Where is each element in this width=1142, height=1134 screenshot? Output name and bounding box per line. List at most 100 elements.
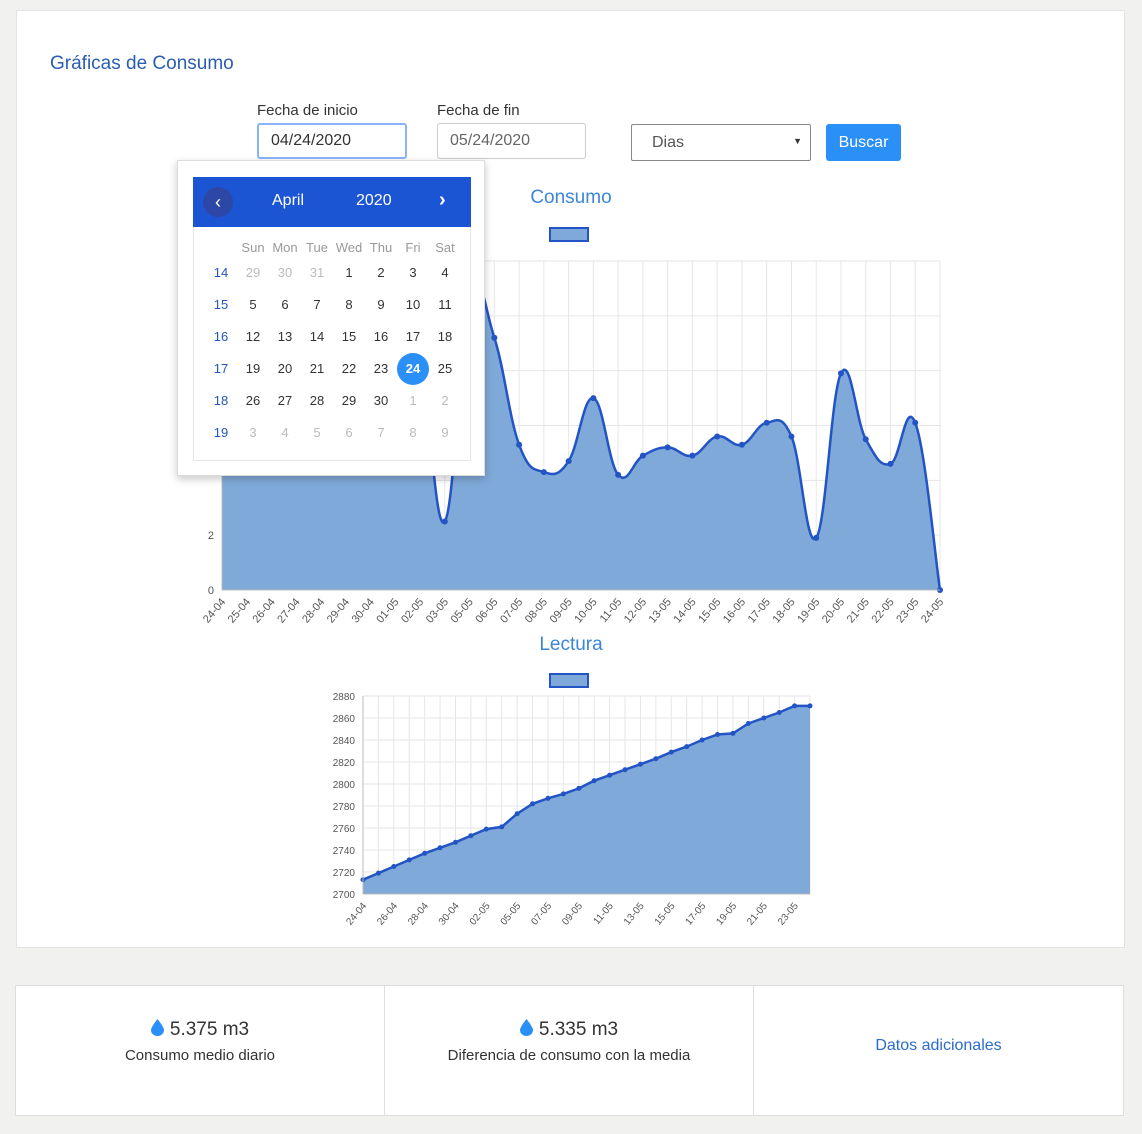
lectura-data-point-24-05[interactable] xyxy=(807,703,813,709)
calendar-day[interactable]: 4 xyxy=(269,417,301,449)
lectura-data-point-16-05[interactable] xyxy=(684,744,690,750)
calendar-day[interactable]: 26 xyxy=(237,385,269,417)
consumo-legend-swatch[interactable] xyxy=(549,227,589,242)
calendar-day[interactable]: 15 xyxy=(333,321,365,353)
lectura-data-point-23-05[interactable] xyxy=(792,703,798,709)
consumo-data-point-18-05[interactable] xyxy=(788,433,795,440)
consumo-data-point-23-05[interactable] xyxy=(912,419,919,426)
consumo-data-point-10-05[interactable] xyxy=(590,395,597,402)
calendar-day[interactable]: 14 xyxy=(301,321,333,353)
lectura-data-point-28-04[interactable] xyxy=(422,850,428,856)
consumo-data-point-12-05[interactable] xyxy=(639,452,646,459)
lectura-data-point-11-05[interactable] xyxy=(607,772,613,778)
calendar-day[interactable]: 31 xyxy=(301,257,333,289)
lectura-data-point-09-05[interactable] xyxy=(576,785,582,791)
calendar-day[interactable]: 5 xyxy=(237,289,269,321)
lectura-data-point-02-05[interactable] xyxy=(483,826,489,832)
calendar-day[interactable]: 6 xyxy=(269,289,301,321)
lectura-data-point-18-05[interactable] xyxy=(715,732,721,737)
lectura-data-point-17-05[interactable] xyxy=(699,737,705,743)
consumo-data-point-03-05[interactable] xyxy=(441,518,448,525)
lectura-data-point-25-04[interactable] xyxy=(375,870,381,876)
calendar-day[interactable]: 3 xyxy=(397,257,429,289)
prev-month-button[interactable]: ‹ xyxy=(203,187,233,217)
calendar-day[interactable]: 8 xyxy=(333,289,365,321)
lectura-data-point-26-04[interactable] xyxy=(391,864,397,869)
consumo-data-point-19-05[interactable] xyxy=(813,534,820,541)
calendar-day[interactable]: 22 xyxy=(333,353,365,385)
lectura-data-point-15-05[interactable] xyxy=(668,749,674,755)
calendar-day[interactable]: 30 xyxy=(269,257,301,289)
end-date-input[interactable] xyxy=(437,123,586,159)
calendar-day[interactable]: 11 xyxy=(429,289,461,321)
lectura-data-point-20-05[interactable] xyxy=(745,721,751,726)
calendar-day-selected[interactable]: 24 xyxy=(397,353,429,385)
calendar-day[interactable]: 5 xyxy=(301,417,333,449)
calendar-day[interactable]: 28 xyxy=(301,385,333,417)
lectura-data-point-10-05[interactable] xyxy=(591,778,597,784)
lectura-data-point-07-05[interactable] xyxy=(545,795,551,801)
calendar-day[interactable]: 29 xyxy=(333,385,365,417)
lectura-data-point-03-05[interactable] xyxy=(499,824,505,830)
start-date-input[interactable] xyxy=(257,123,407,159)
calendar-day[interactable]: 23 xyxy=(365,353,397,385)
calendar-day[interactable]: 1 xyxy=(333,257,365,289)
consumo-data-point-20-05[interactable] xyxy=(837,370,844,377)
lectura-data-point-21-05[interactable] xyxy=(761,715,767,721)
calendar-day[interactable]: 12 xyxy=(237,321,269,353)
calendar-day[interactable]: 4 xyxy=(429,257,461,289)
lectura-data-point-14-05[interactable] xyxy=(653,756,659,762)
calendar-day[interactable]: 10 xyxy=(397,289,429,321)
period-select[interactable]: Dias ▼ xyxy=(631,124,811,161)
calendar-day[interactable]: 29 xyxy=(237,257,269,289)
consumo-data-point-06-05[interactable] xyxy=(491,334,498,341)
lectura-data-point-05-05[interactable] xyxy=(514,811,520,817)
consumo-data-point-07-05[interactable] xyxy=(516,441,523,448)
consumo-data-point-17-05[interactable] xyxy=(763,419,770,426)
consumo-data-point-15-05[interactable] xyxy=(714,433,721,440)
calendar-day[interactable]: 17 xyxy=(397,321,429,353)
calendar-day[interactable]: 9 xyxy=(365,289,397,321)
consumo-data-point-08-05[interactable] xyxy=(540,469,547,476)
calendar-day[interactable]: 7 xyxy=(365,417,397,449)
lectura-data-point-12-05[interactable] xyxy=(622,767,628,773)
calendar-day[interactable]: 8 xyxy=(397,417,429,449)
calendar-day[interactable]: 25 xyxy=(429,353,461,385)
calendar-day[interactable]: 6 xyxy=(333,417,365,449)
lectura-data-point-22-05[interactable] xyxy=(776,710,782,715)
calendar-day[interactable]: 7 xyxy=(301,289,333,321)
calendar-day[interactable]: 16 xyxy=(365,321,397,353)
datepicker-year[interactable]: 2020 xyxy=(356,192,392,210)
search-button[interactable]: Buscar xyxy=(826,124,901,161)
calendar-day[interactable]: 13 xyxy=(269,321,301,353)
calendar-day[interactable]: 1 xyxy=(397,385,429,417)
consumo-data-point-11-05[interactable] xyxy=(615,471,622,478)
consumo-data-point-21-05[interactable] xyxy=(862,436,869,443)
calendar-day[interactable]: 9 xyxy=(429,417,461,449)
lectura-data-point-29-04[interactable] xyxy=(437,845,443,851)
calendar-day[interactable]: 2 xyxy=(429,385,461,417)
next-month-button[interactable]: › xyxy=(439,189,446,212)
lectura-data-point-01-05[interactable] xyxy=(468,833,474,839)
additional-data-link[interactable]: Datos adicionales xyxy=(754,1037,1123,1055)
calendar-day[interactable]: 2 xyxy=(365,257,397,289)
consumo-data-point-13-05[interactable] xyxy=(664,444,671,451)
lectura-data-point-19-05[interactable] xyxy=(730,730,736,736)
lectura-data-point-30-04[interactable] xyxy=(452,839,458,845)
calendar-day[interactable]: 3 xyxy=(237,417,269,449)
calendar-day[interactable]: 27 xyxy=(269,385,301,417)
datepicker-month[interactable]: April xyxy=(272,192,304,210)
consumo-data-point-16-05[interactable] xyxy=(738,441,745,448)
calendar-day[interactable]: 20 xyxy=(269,353,301,385)
calendar-day[interactable]: 18 xyxy=(429,321,461,353)
calendar-day[interactable]: 19 xyxy=(237,353,269,385)
lectura-data-point-08-05[interactable] xyxy=(560,791,566,797)
consumo-data-point-22-05[interactable] xyxy=(887,460,894,467)
consumo-data-point-09-05[interactable] xyxy=(565,458,572,465)
lectura-data-point-13-05[interactable] xyxy=(637,761,643,767)
lectura-data-point-06-05[interactable] xyxy=(530,801,536,807)
calendar-day[interactable]: 30 xyxy=(365,385,397,417)
calendar-day[interactable]: 21 xyxy=(301,353,333,385)
consumo-data-point-14-05[interactable] xyxy=(689,452,696,459)
lectura-data-point-27-04[interactable] xyxy=(406,857,412,863)
